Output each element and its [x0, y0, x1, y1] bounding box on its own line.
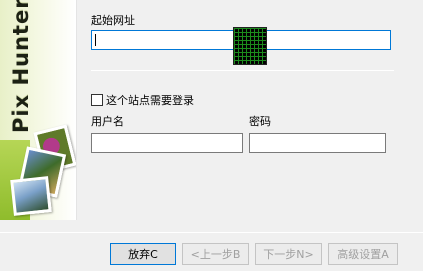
login-required-label: 这个站点需要登录	[106, 94, 194, 107]
username-input[interactable]	[91, 133, 243, 153]
login-required-checkbox-row[interactable]: 这个站点需要登录	[91, 93, 194, 107]
password-label: 密码	[249, 115, 271, 128]
text-caret	[95, 34, 96, 46]
sky-photo-image	[10, 176, 52, 216]
start-url-label: 起始网址	[91, 14, 135, 27]
next-button[interactable]: 下一步N>	[255, 243, 322, 265]
advanced-settings-button[interactable]: 高级设置A	[328, 243, 398, 265]
username-label: 用户名	[91, 115, 124, 128]
banner-title: Pix Hunter	[9, 0, 33, 133]
section-separator	[91, 70, 394, 71]
cancel-button[interactable]: 放弃C	[110, 243, 176, 265]
login-required-checkbox[interactable]	[91, 94, 103, 106]
previous-button[interactable]: <上一步B	[182, 243, 249, 265]
activity-grid-icon	[233, 27, 267, 65]
password-input[interactable]	[249, 133, 386, 153]
footer-separator	[0, 232, 423, 233]
wizard-banner: Pix Hunter	[0, 0, 77, 220]
